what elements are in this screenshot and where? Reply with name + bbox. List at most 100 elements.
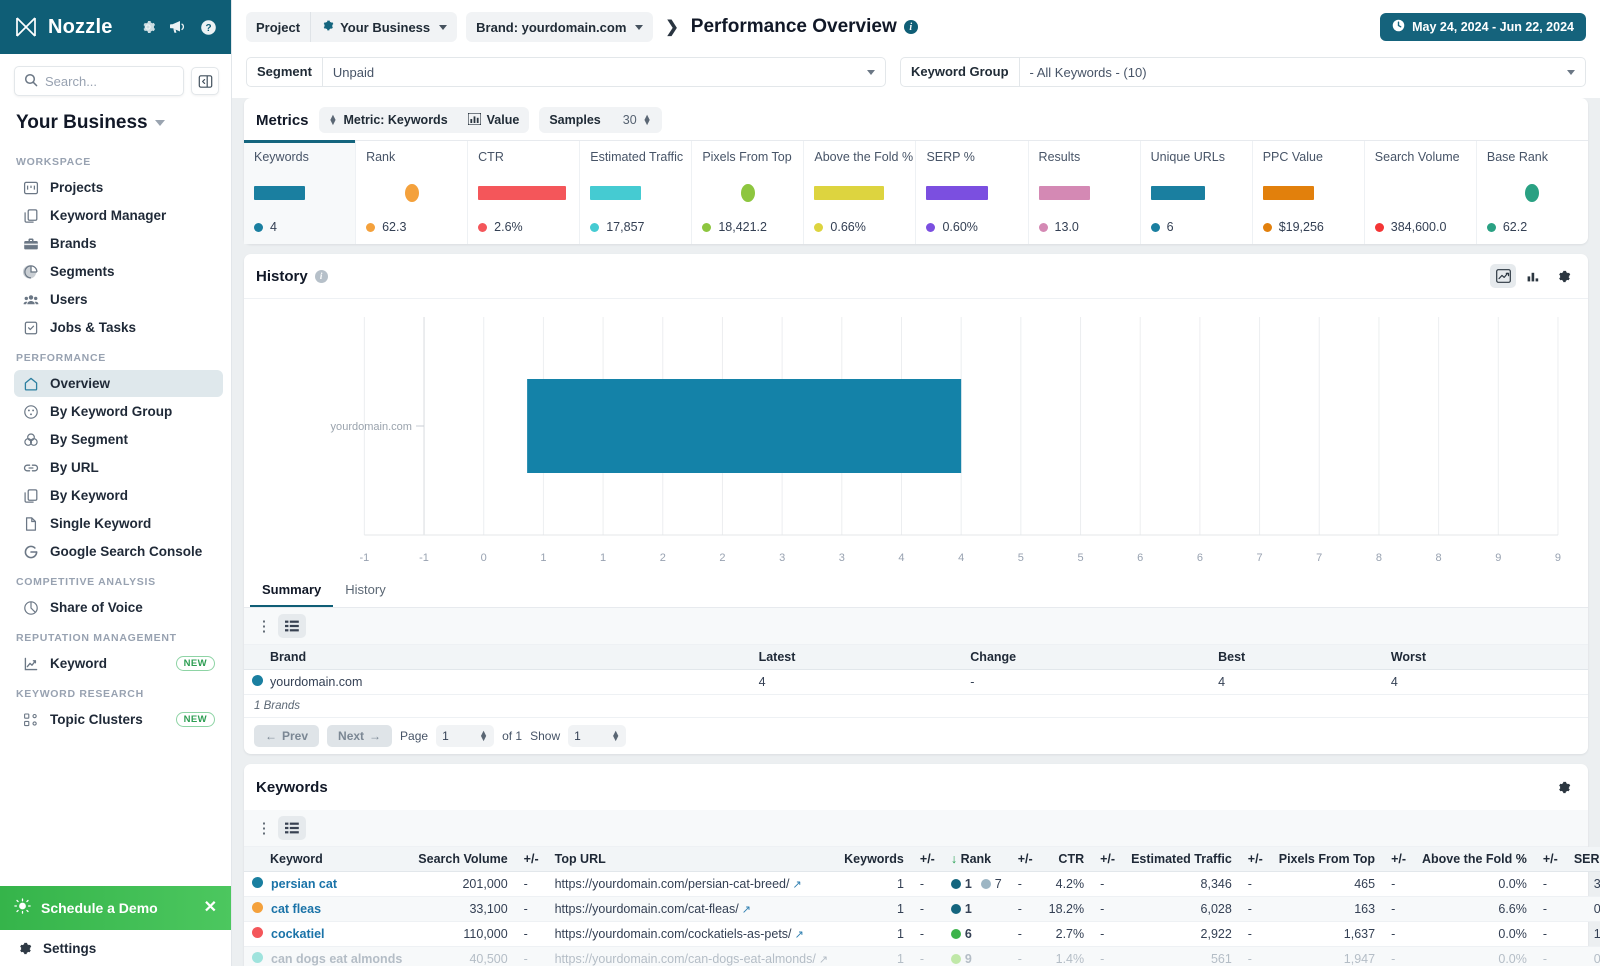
segment-filter[interactable]: Segment Unpaid (246, 57, 886, 87)
table-row[interactable]: persian cat201,000-https://yourdomain.co… (244, 872, 1600, 897)
table-row[interactable]: cockatiel110,000-https://yourdomain.com/… (244, 922, 1600, 947)
keywords-column-header[interactable]: +/- (1010, 847, 1041, 872)
table-row[interactable]: cat fleas33,100-https://yourdomain.com/c… (244, 897, 1600, 922)
sidebar-item-segments[interactable]: Segments (14, 258, 223, 285)
top-url[interactable]: https://yourdomain.com/persian-cat-breed… (555, 877, 790, 891)
keywords-column-header[interactable]: Above the Fold % (1414, 847, 1535, 872)
summary-column-header[interactable]: Brand (244, 645, 751, 670)
summary-column-header[interactable]: Latest (751, 645, 963, 670)
sidebar-item-keyword-manager[interactable]: Keyword Manager (14, 202, 223, 229)
line-chart-icon[interactable] (1490, 264, 1516, 288)
keywords-column-header[interactable]: Keywords (836, 847, 912, 872)
sidebar-item-overview[interactable]: Overview (14, 370, 223, 397)
density-toggle-icon[interactable] (278, 816, 306, 840)
keywords-column-header[interactable]: Search Volume (410, 847, 515, 872)
next-page-button[interactable]: Next → (327, 725, 392, 747)
metric-column[interactable]: Keywords4 (244, 141, 356, 244)
keywords-column-header[interactable]: +/- (516, 847, 547, 872)
external-link-icon[interactable]: ↗ (816, 954, 828, 966)
metric-column[interactable]: PPC Value$19,256 (1253, 141, 1365, 244)
search-input[interactable] (45, 74, 174, 89)
keyword-group-filter[interactable]: Keyword Group - All Keywords - (10) (900, 57, 1586, 87)
summary-column-header[interactable]: Worst (1383, 645, 1588, 670)
sidebar-item-by-url[interactable]: By URL (14, 454, 223, 481)
show-count-stepper[interactable]: 1 ▲▼ (568, 725, 626, 747)
samples-stepper[interactable]: 30 ▲▼ (611, 107, 662, 133)
metric-column[interactable]: Pixels From Top18,421.2 (692, 141, 804, 244)
top-url[interactable]: https://yourdomain.com/cockatiels-as-pet… (555, 927, 792, 941)
more-options-icon[interactable]: ⋮ (254, 614, 274, 638)
keywords-column-header[interactable]: +/- (1092, 847, 1123, 872)
metric-selector-chip[interactable]: ▲▼ Metric: Keywords (319, 107, 458, 133)
stepper-updown-icon[interactable]: ▲▼ (611, 731, 620, 741)
metric-column[interactable]: Base Rank62.2 (1477, 141, 1588, 244)
keywords-column-header[interactable]: Top URL (547, 847, 837, 872)
workspace-switcher[interactable]: Your Business (0, 102, 231, 146)
value-chip[interactable]: Value (458, 107, 530, 133)
metric-column[interactable]: Results13.0 (1029, 141, 1141, 244)
table-row[interactable]: yourdomain.com4-44 (244, 670, 1588, 695)
sidebar-item-google-search-console[interactable]: Google Search Console (14, 538, 223, 565)
external-link-icon[interactable]: ↗ (739, 904, 751, 916)
external-link-icon[interactable]: ↗ (792, 929, 804, 941)
history-chart[interactable]: yourdomain.com -1-10112233445566778899 (244, 299, 1588, 574)
sidebar-item-projects[interactable]: Projects (14, 174, 223, 201)
tab-summary[interactable]: Summary (250, 574, 333, 607)
stepper-updown-icon[interactable]: ▲▼ (479, 731, 488, 741)
metric-column[interactable]: Search Volume384,600.0 (1365, 141, 1477, 244)
collapse-sidebar-button[interactable] (191, 67, 219, 95)
metric-column[interactable]: Above the Fold %0.66% (804, 141, 916, 244)
metric-column[interactable]: SERP %0.60% (916, 141, 1028, 244)
density-toggle-icon[interactable] (278, 614, 306, 638)
brand-selector[interactable]: Brand: yourdomain.com (466, 12, 653, 42)
close-icon[interactable]: ✕ (204, 900, 217, 916)
gear-icon[interactable] (1550, 264, 1576, 288)
keywords-column-header[interactable]: Estimated Traffic (1123, 847, 1240, 872)
metric-column[interactable]: Rank62.3 (356, 141, 468, 244)
megaphone-icon[interactable] (169, 19, 187, 35)
external-link-icon[interactable]: ↗ (789, 879, 801, 891)
keywords-column-header[interactable]: +/- (1240, 847, 1271, 872)
project-selector[interactable]: Your Business (310, 12, 457, 42)
summary-column-header[interactable]: Change (962, 645, 1210, 670)
keywords-column-header[interactable]: ↓ Rank (943, 847, 1010, 872)
page-number-stepper[interactable]: 1 ▲▼ (436, 725, 494, 747)
help-icon[interactable]: ? (200, 19, 217, 36)
keyword-link[interactable]: cat fleas (271, 902, 321, 916)
metric-column[interactable]: CTR2.6% (468, 141, 580, 244)
sidebar-item-users[interactable]: Users (14, 286, 223, 313)
content-scroll-area[interactable]: Metrics ▲▼ Metric: Keywords Value (232, 98, 1600, 966)
keywords-column-header[interactable]: Pixels From Top (1271, 847, 1383, 872)
keywords-column-header[interactable]: +/- (912, 847, 943, 872)
sidebar-item-brands[interactable]: Brands (14, 230, 223, 257)
tab-history[interactable]: History (333, 574, 397, 607)
sidebar-item-by-segment[interactable]: By Segment (14, 426, 223, 453)
prev-page-button[interactable]: ← Prev (254, 725, 319, 747)
bar-chart-icon[interactable] (1520, 264, 1546, 288)
keywords-column-header[interactable]: +/- (1535, 847, 1566, 872)
schedule-demo-banner[interactable]: Schedule a Demo ✕ (0, 886, 231, 930)
stepper-updown-icon[interactable]: ▲▼ (643, 115, 652, 125)
info-icon[interactable]: i (904, 20, 918, 34)
date-range-button[interactable]: May 24, 2024 - Jun 22, 2024 (1380, 13, 1586, 41)
keyword-link[interactable]: persian cat (271, 877, 337, 891)
keywords-column-header[interactable]: SERP % (1566, 847, 1600, 872)
info-icon[interactable]: i (315, 270, 328, 283)
sidebar-item-by-keyword[interactable]: By Keyword (14, 482, 223, 509)
sidebar-item-jobs-tasks[interactable]: Jobs & Tasks (14, 314, 223, 341)
keywords-column-header[interactable]: CTR (1041, 847, 1092, 872)
keywords-column-header[interactable]: +/- (1383, 847, 1414, 872)
sidebar-item-single-keyword[interactable]: Single Keyword (14, 510, 223, 537)
top-url[interactable]: https://yourdomain.com/can-dogs-eat-almo… (555, 952, 816, 966)
keywords-column-header[interactable]: Keyword (244, 847, 410, 872)
keyword-link[interactable]: can dogs eat almonds (271, 952, 402, 966)
keyword-link[interactable]: cockatiel (271, 927, 325, 941)
summary-column-header[interactable]: Best (1210, 645, 1383, 670)
gear-icon[interactable] (1550, 775, 1576, 799)
sidebar-item-settings[interactable]: Settings (0, 930, 231, 966)
metric-column[interactable]: Unique URLs6 (1141, 141, 1253, 244)
sidebar-item-share-of-voice[interactable]: Share of Voice (14, 594, 223, 621)
sidebar-item-keyword[interactable]: KeywordNEW (14, 650, 223, 677)
table-row[interactable]: can dogs eat almonds40,500-https://yourd… (244, 947, 1600, 966)
search-box[interactable] (14, 66, 184, 96)
